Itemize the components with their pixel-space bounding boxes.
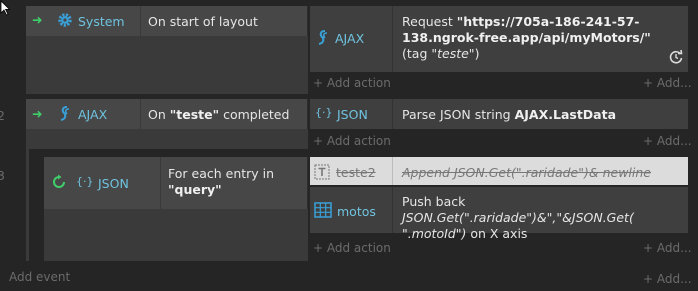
action-text-request: Request "https://705a-186-241-57-138.ngr… (402, 14, 651, 61)
trigger-arrow-icon: ➜ (32, 106, 43, 121)
condition-text: On "teste" completed (148, 107, 290, 122)
plus-icon: + (643, 76, 657, 90)
array-icon (314, 202, 332, 218)
text-icon (314, 164, 330, 180)
action-text-push-back: Push back JSON.Get(".raridade")&","&JSON… (402, 194, 634, 241)
action-object-teste2: teste2 (336, 165, 376, 180)
plus-icon: + (313, 76, 327, 90)
add-event-more[interactable]: + Add... (643, 272, 692, 286)
add-event-link[interactable]: Add event (9, 270, 70, 284)
plus-icon: + (313, 134, 327, 148)
ajax-icon (318, 30, 328, 45)
action-object-motos: motos (337, 204, 376, 219)
action-object-ajax: AJAX (335, 31, 365, 46)
condition-object-system: System (78, 14, 125, 29)
loop-icon (53, 174, 65, 188)
event-number-2: 2 (0, 108, 5, 123)
event-number-3: 3 (0, 168, 5, 183)
json-icon: {·} (76, 175, 94, 188)
action-object-json: JSON (337, 107, 368, 122)
plus-icon: + (313, 241, 327, 255)
trigger-arrow-icon: ➜ (32, 12, 43, 27)
plus-icon: + (643, 241, 657, 255)
add-action-2[interactable]: + Add action (313, 134, 391, 148)
action-text-parse: Parse JSON string AJAX.LastData (402, 107, 617, 122)
condition-object-json: JSON (98, 176, 129, 191)
plus-icon: + (643, 272, 657, 286)
gear-icon (58, 13, 72, 27)
add-action-1[interactable]: + Add action (313, 76, 391, 90)
restart-icon (669, 49, 683, 64)
cursor-icon (0, 0, 11, 16)
plus-icon: + (643, 134, 657, 148)
add-more-2[interactable]: + Add... (643, 134, 692, 148)
add-more-1[interactable]: + Add... (643, 76, 692, 90)
condition-object-ajax: AJAX (78, 107, 108, 122)
add-more-3[interactable]: + Add... (643, 241, 692, 255)
json-icon: {·} (315, 106, 333, 119)
add-action-3[interactable]: + Add action (313, 241, 391, 255)
ajax-icon (60, 106, 70, 121)
condition-text: On start of layout (148, 14, 258, 29)
condition-text: For each entry in "query" (168, 166, 275, 197)
action-text-append: Append JSON.Get(".raridade")& newline (402, 165, 651, 180)
